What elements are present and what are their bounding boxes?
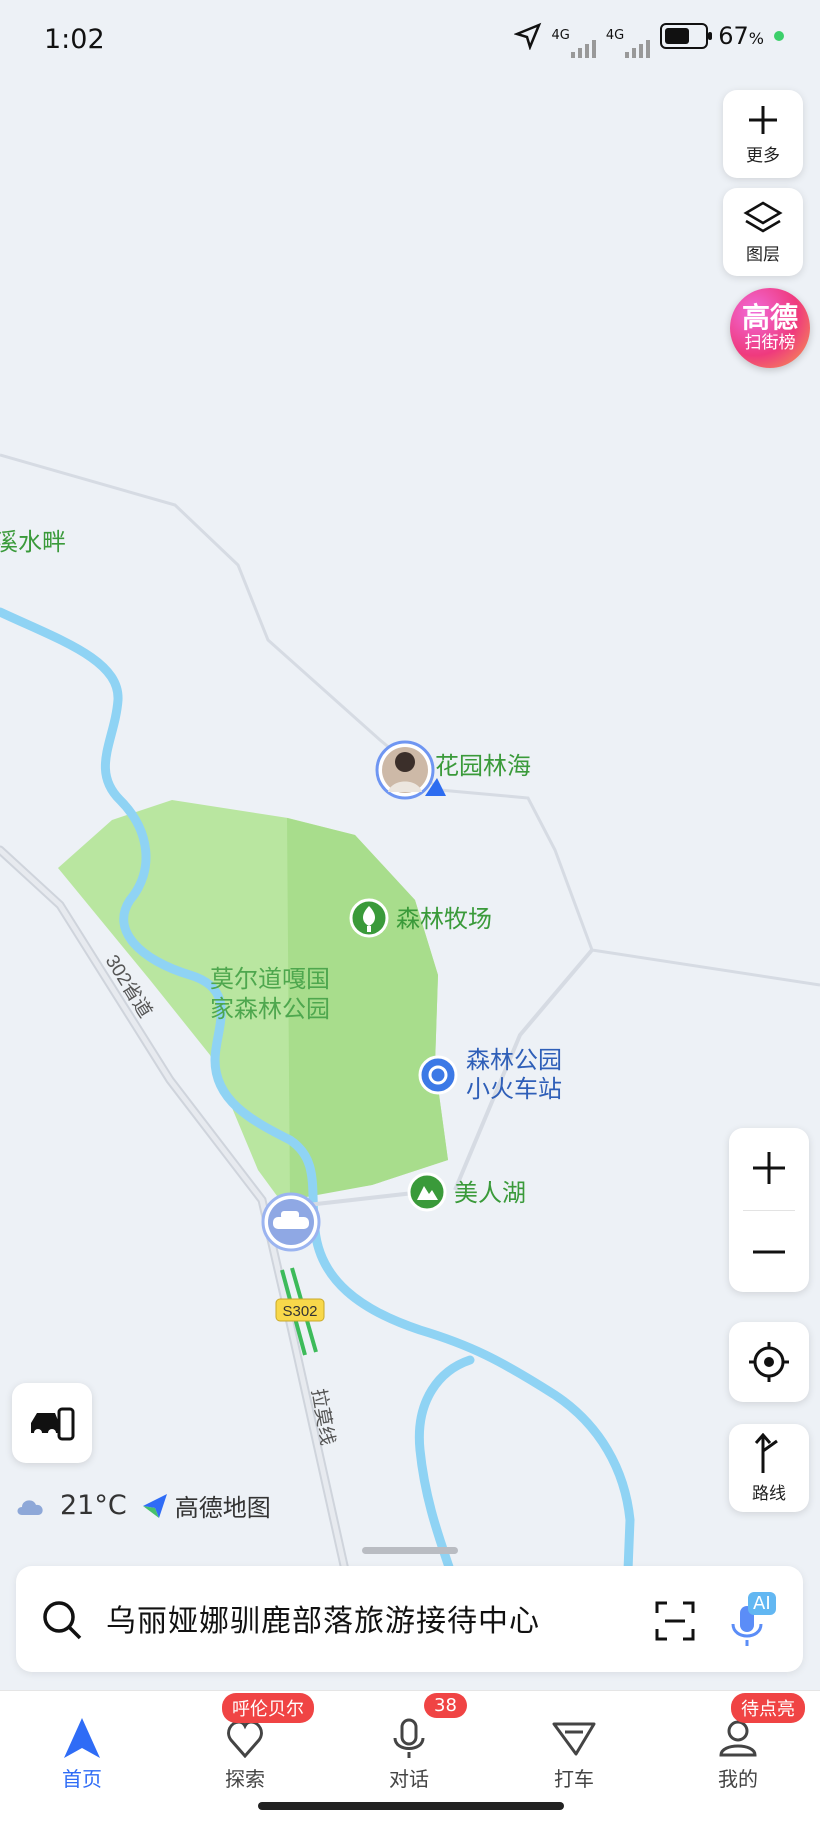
- svg-text:森林牧场: 森林牧场: [396, 905, 492, 933]
- crosshair-icon: [749, 1342, 789, 1382]
- park-label-2: 家森林公园: [210, 995, 330, 1023]
- scan-icon[interactable]: [654, 1600, 696, 1642]
- tab-label-chat: 对话: [389, 1767, 429, 1791]
- sheet-handle[interactable]: [362, 1547, 458, 1554]
- ai-voice-button[interactable]: AI: [728, 1592, 778, 1648]
- layers-label: 图层: [746, 244, 780, 265]
- battery-icon: [660, 23, 713, 49]
- street-rank-button[interactable]: 高德 扫街榜: [730, 288, 810, 368]
- status-icons: 4G 4G 67%: [513, 22, 784, 58]
- cloud-icon: [17, 1499, 43, 1515]
- plus-icon: [749, 105, 777, 134]
- chat-badge: 38: [424, 1693, 467, 1718]
- tab-label-taxi: 打车: [554, 1767, 594, 1791]
- tab-chat[interactable]: 38 对话: [354, 1693, 467, 1792]
- profile-icon: [719, 1720, 757, 1757]
- rank-title: 高德: [741, 301, 798, 334]
- road-s302-shield: S302: [275, 1298, 325, 1322]
- explore-pin-icon: [227, 1720, 263, 1758]
- search-text: 乌丽娅娜驯鹿部落旅游接待中心: [106, 1604, 540, 1639]
- poi-forest-ranch[interactable]: 森林牧场: [349, 898, 492, 938]
- zoom-out-button[interactable]: [749, 1232, 789, 1272]
- layers-button[interactable]: 图层: [723, 188, 803, 276]
- route-button[interactable]: 路线: [729, 1424, 809, 1512]
- tab-home[interactable]: 首页: [27, 1713, 137, 1792]
- location-arrow-icon: [513, 22, 541, 50]
- route-label: 路线: [752, 1483, 786, 1504]
- rank-subtitle: 扫街榜: [744, 333, 796, 353]
- amap-logo: 高德地图: [141, 1488, 271, 1523]
- place-label-partial: 溪水畔: [0, 528, 66, 556]
- svg-text:小火车站: 小火车站: [466, 1075, 562, 1103]
- status-bar: 1:02 4G 4G 67%: [0, 0, 820, 90]
- more-button[interactable]: 更多: [723, 90, 803, 178]
- poi-lake[interactable]: 美人湖: [407, 1172, 526, 1212]
- car-connect-button[interactable]: [12, 1383, 92, 1463]
- tab-label-home: 首页: [62, 1767, 102, 1791]
- search-bar[interactable]: 乌丽娅娜驯鹿部落旅游接待中心 AI: [16, 1566, 803, 1672]
- home-arrow-icon: [64, 1718, 100, 1758]
- battery-percent: 67%: [718, 22, 764, 50]
- ai-badge: AI: [748, 1592, 776, 1615]
- home-indicator[interactable]: [258, 1802, 564, 1810]
- signal-2: 4G: [606, 29, 651, 58]
- svg-text:美人湖: 美人湖: [454, 1179, 526, 1207]
- svg-text:森林公园: 森林公园: [466, 1046, 562, 1074]
- park-label-1: 莫尔道嘎国: [210, 965, 330, 993]
- search-icon: [43, 1601, 82, 1640]
- locate-button[interactable]: [729, 1322, 809, 1402]
- privacy-dot: [774, 31, 784, 41]
- place-label-user: 花园林海: [435, 752, 531, 780]
- tab-label-explore: 探索: [225, 1767, 265, 1791]
- weather-bar: 21°C 高德地图: [14, 1488, 271, 1523]
- explore-badge: 呼伦贝尔: [222, 1693, 314, 1723]
- svg-text:S302: S302: [282, 1303, 317, 1320]
- microphone-chat-icon: [393, 1718, 425, 1758]
- zoom-in-button[interactable]: [749, 1148, 789, 1188]
- tab-explore[interactable]: 呼伦贝尔 探索: [190, 1693, 314, 1792]
- zoom-control: [729, 1128, 809, 1292]
- amap-logo-icon: [142, 1493, 167, 1518]
- layers-icon: [743, 200, 783, 233]
- more-label: 更多: [746, 145, 780, 166]
- clock: 1:02: [44, 24, 105, 55]
- route-fork-icon: [754, 1432, 778, 1473]
- me-badge: 待点亮: [731, 1693, 805, 1723]
- tab-taxi[interactable]: 打车: [519, 1713, 629, 1792]
- taxi-icon: [552, 1722, 596, 1756]
- signal-1: 4G: [552, 29, 596, 58]
- tab-label-me: 我的: [718, 1767, 758, 1791]
- car-phone-icon: [31, 1407, 75, 1441]
- temperature: 21°C: [60, 1490, 127, 1521]
- car-marker[interactable]: [261, 1192, 321, 1252]
- tab-me[interactable]: 待点亮 我的: [683, 1693, 805, 1792]
